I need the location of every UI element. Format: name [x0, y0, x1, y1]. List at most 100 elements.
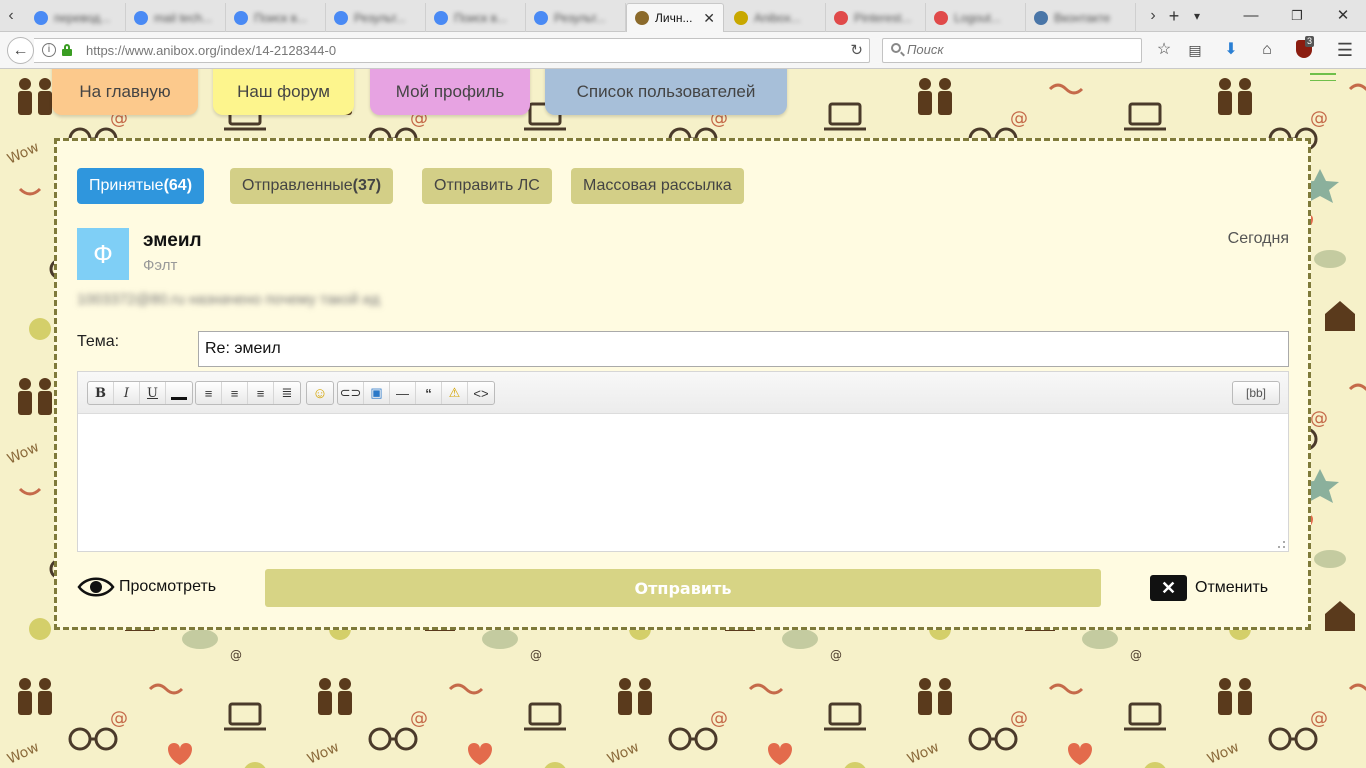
browser-tab[interactable]: Pinterest... [826, 3, 926, 32]
horizontal-rule-icon[interactable]: — [390, 382, 416, 404]
align-right-icon[interactable]: ≡ [248, 382, 274, 404]
address-bar[interactable]: i https://www.anibox.org/index/14-212834… [34, 38, 870, 63]
message-date: Сегодня [1227, 230, 1289, 247]
tab-favicon-icon [635, 11, 649, 25]
spoiler-icon[interactable]: ⚠ [442, 382, 468, 404]
tab-favicon-icon [1034, 10, 1048, 25]
tab-sent[interactable]: Отправленные (37) [230, 168, 394, 204]
tab-title: перевод... [54, 10, 111, 25]
align-center-icon[interactable]: ≡ [222, 382, 248, 404]
browser-nav-bar: ← i https://www.anibox.org/index/14-2128… [0, 32, 1366, 69]
code-icon[interactable]: <> [468, 382, 494, 404]
preview-label: Просмотреть [119, 578, 217, 595]
browser-tab-bar: ‹ перевод... mail tech... Поиск в... Резуль… [0, 0, 1366, 32]
browser-tab[interactable]: Результ... [526, 3, 626, 32]
tab-favicon-icon [134, 10, 148, 25]
eye-icon [77, 577, 115, 597]
tab-favicon-icon [934, 10, 948, 25]
reload-icon[interactable]: ↻ [850, 41, 863, 59]
subject-input[interactable] [198, 331, 1289, 367]
minimize-icon[interactable]: — [1236, 4, 1266, 28]
tab-favicon-icon [334, 10, 348, 25]
tabs-scroll-left-icon[interactable]: ‹ [0, 4, 22, 28]
tab-favicon-icon [834, 10, 848, 25]
editor-toolbar: B I U ≡ ≡ ≡ ≣ ☺ ⊂⊃ ▣ — “ ⚠ <> [bb] [78, 372, 1288, 414]
restore-icon[interactable]: ❐ [1282, 4, 1312, 28]
browser-tab[interactable]: Logout... [926, 3, 1026, 32]
close-icon: ✕ [1150, 575, 1187, 601]
quote-icon[interactable]: “ [416, 382, 442, 404]
link-icon[interactable]: ⊂⊃ [338, 382, 364, 404]
tab-title: Результ... [554, 10, 606, 25]
tab-inbox-label: Принятые [89, 177, 164, 194]
info-icon[interactable]: i [42, 43, 56, 57]
nav-home-button[interactable]: На главную [52, 69, 198, 115]
close-window-icon[interactable]: ✕ [1328, 4, 1358, 28]
align-left-icon[interactable]: ≡ [196, 382, 222, 404]
browser-tab[interactable]: mail tech... [126, 3, 226, 32]
home-icon[interactable]: ⌂ [1256, 40, 1278, 60]
tab-favicon-icon [734, 10, 748, 25]
download-icon[interactable]: ⬇ [1220, 40, 1242, 60]
tab-title: Anibox... [754, 10, 801, 25]
tab-favicon-icon [534, 10, 548, 25]
cancel-button[interactable]: ✕ Отменить [1150, 575, 1268, 601]
resize-grip-icon[interactable] [1278, 541, 1285, 548]
close-tab-icon[interactable]: ✕ [703, 10, 715, 27]
tab-title: Pinterest... [854, 10, 912, 25]
message-body: 1003372@80.ru назначено почему такой ид [77, 291, 380, 308]
new-tab-icon[interactable]: + [1163, 4, 1185, 28]
tab-title: Личн... [655, 11, 693, 25]
ublock-count: 3 [1305, 36, 1315, 47]
bbcode-toggle-button[interactable]: [bb] [1232, 381, 1280, 405]
subject-label: Тема: [77, 333, 120, 350]
smiley-icon[interactable]: ☺ [307, 382, 333, 404]
tab-compose[interactable]: Отправить ЛС [422, 168, 552, 204]
hamburger-menu-icon[interactable]: ☰ [1334, 40, 1356, 60]
tab-sent-count: (37) [352, 177, 382, 194]
tab-inbox[interactable]: Принятые (64) [77, 168, 205, 204]
tab-mass-mailing[interactable]: Массовая рассылка [571, 168, 744, 204]
tab-sent-label: Отправленные [242, 177, 353, 194]
message-textarea[interactable] [78, 415, 1288, 551]
tab-favicon-icon [234, 10, 248, 25]
url-text[interactable]: https://www.anibox.org/index/14-2128344-… [86, 43, 336, 58]
tab-list-icon[interactable]: ▾ [1186, 4, 1208, 28]
smiley-group: ☺ [306, 381, 334, 405]
browser-tab[interactable]: Вконтакте [1026, 3, 1136, 32]
bold-icon[interactable]: B [88, 382, 114, 404]
browser-tab[interactable]: Поиск в... [226, 3, 326, 32]
preview-button[interactable]: Просмотреть [77, 575, 216, 599]
page-scroll-indicator [1310, 73, 1336, 81]
nav-users-button[interactable]: Список пользователей [545, 69, 787, 115]
private-messages-panel: Принятые (64) Отправленные (37) Отправить … [54, 138, 1311, 630]
browser-tab[interactable]: Поиск в... [426, 3, 526, 32]
search-icon [891, 43, 901, 53]
reading-list-icon[interactable]: ▤ [1184, 40, 1206, 60]
tab-title: Результ... [354, 10, 406, 25]
bbcode-editor: B I U ≡ ≡ ≡ ≣ ☺ ⊂⊃ ▣ — “ ⚠ <> [bb] [77, 371, 1289, 552]
star-icon[interactable]: ☆ [1153, 40, 1175, 60]
search-input[interactable] [907, 42, 1127, 57]
format-group: B I U [87, 381, 193, 405]
send-button[interactable]: Отправить [265, 569, 1101, 607]
tab-title: Поиск в... [454, 10, 507, 25]
browser-tab[interactable]: Результ... [326, 3, 426, 32]
back-arrow-icon[interactable]: ← [7, 37, 34, 64]
text-color-icon[interactable] [166, 382, 192, 404]
image-icon[interactable]: ▣ [364, 382, 390, 404]
avatar[interactable]: Ф [77, 228, 129, 280]
lock-icon[interactable] [62, 44, 72, 56]
browser-tab[interactable]: Anibox... [726, 3, 826, 32]
sender-name[interactable]: Фэлт [143, 257, 177, 274]
browser-tab[interactable]: Личн... ✕ [626, 3, 724, 32]
nav-profile-button[interactable]: Мой профиль [370, 69, 530, 115]
align-justify-icon[interactable]: ≣ [274, 382, 300, 404]
nav-forum-button[interactable]: Наш форум [213, 69, 354, 115]
browser-tab[interactable]: перевод... [26, 3, 126, 32]
italic-icon[interactable]: I [114, 382, 140, 404]
message-title: эмеил [143, 230, 202, 251]
tabs-scroll-right-icon[interactable]: › [1142, 4, 1164, 28]
underline-icon[interactable]: U [140, 382, 166, 404]
search-box[interactable] [882, 38, 1142, 63]
